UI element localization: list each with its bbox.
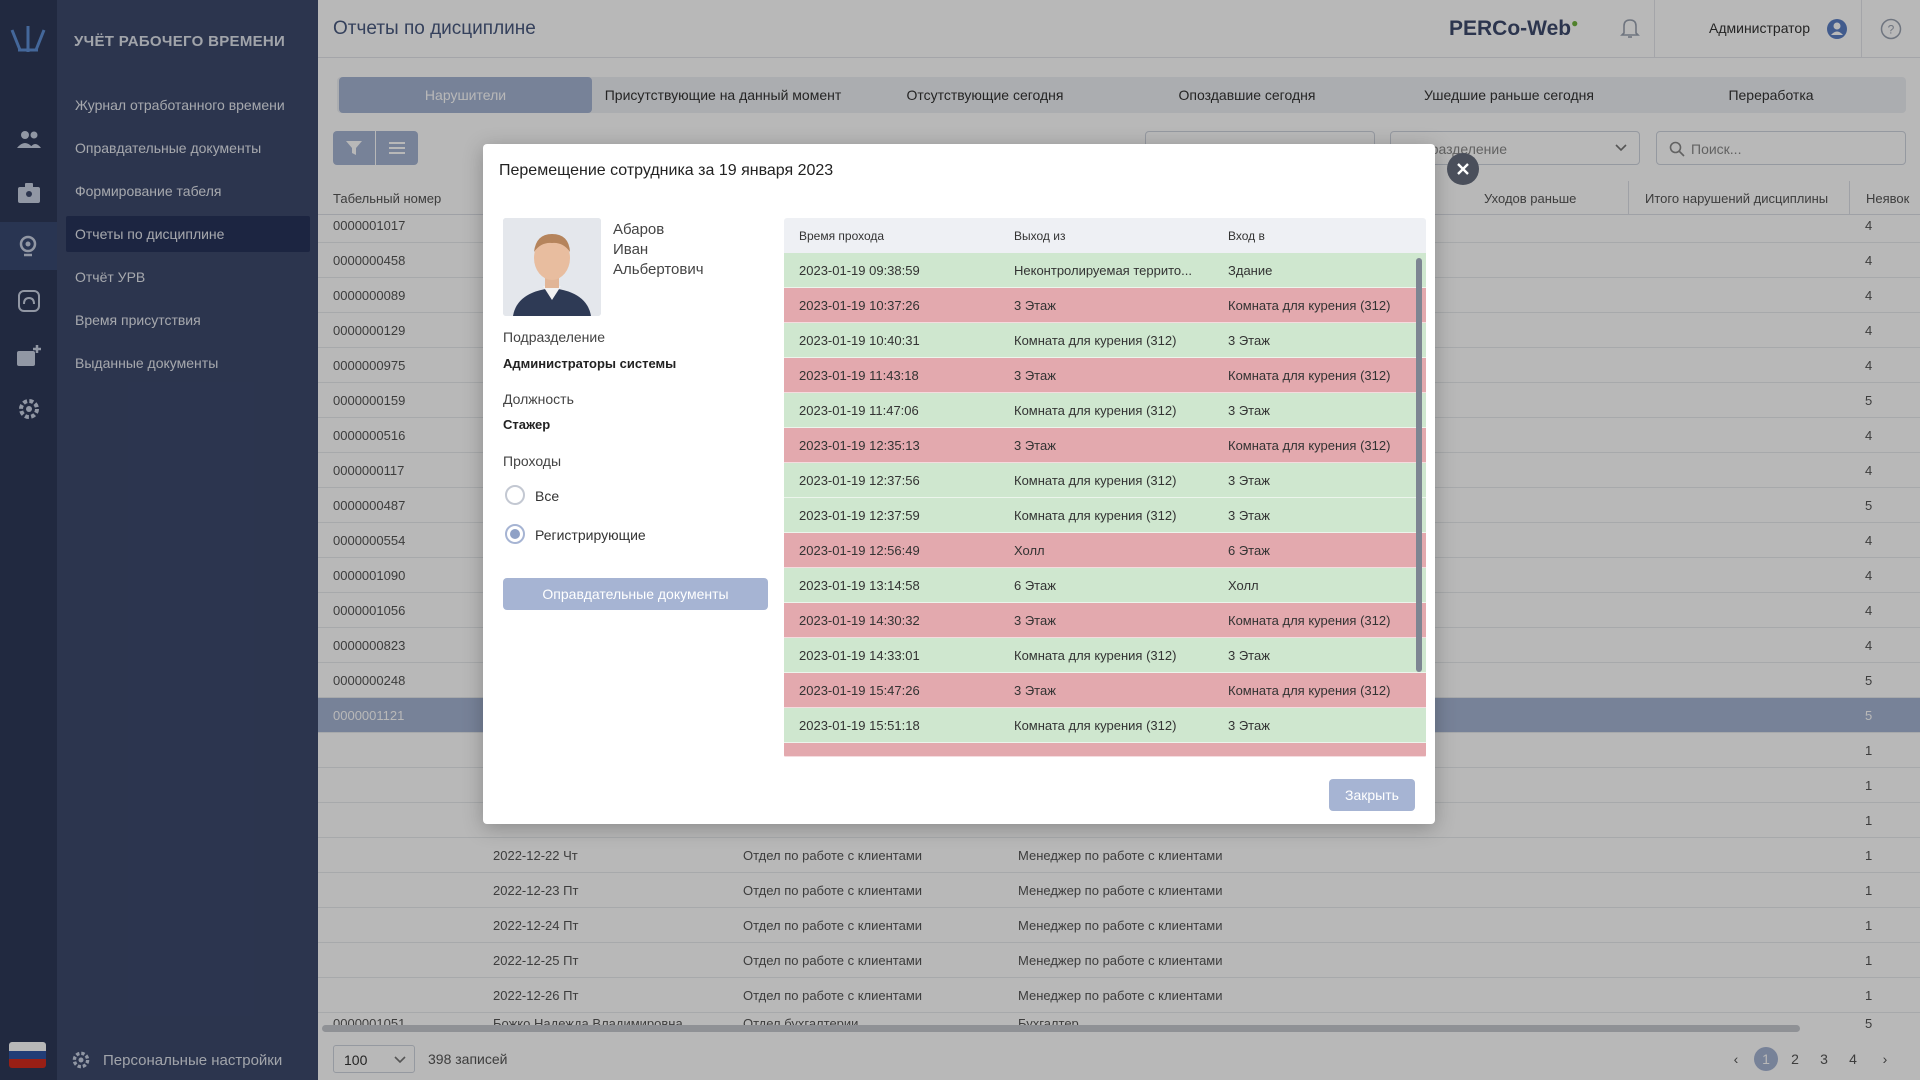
- cell-exit-from: 3 Этаж: [1014, 683, 1056, 698]
- cell-pass-time: 2023-01-19 10:37:26: [799, 298, 920, 313]
- cell-enter-to: Комната для курения (312): [1228, 683, 1391, 698]
- radio-all[interactable]: [505, 485, 525, 505]
- pass-row[interactable]: 2023-01-19 12:37:59 Комната для курения (…: [784, 498, 1426, 533]
- cell-enter-to: 3 Этаж: [1228, 473, 1270, 488]
- close-button[interactable]: Закрыть: [1329, 779, 1415, 811]
- passes-scrollbar[interactable]: [1416, 258, 1422, 672]
- cell-pass-time: 2023-01-19 15:51:18: [799, 718, 920, 733]
- cell-pass-time: 2023-01-19 12:37:59: [799, 508, 920, 523]
- cell-enter-to: Комната для курения (312): [1228, 368, 1391, 383]
- position-value: Стажер: [503, 417, 551, 432]
- pass-row[interactable]: 2023-01-19 15:51:18 Комната для курения (…: [784, 708, 1426, 743]
- col-enter-to: Вход в: [1228, 229, 1265, 243]
- cell-exit-from: 6 Этаж: [1014, 578, 1056, 593]
- cell-enter-to: Здание: [1228, 263, 1273, 278]
- employee-name: Абаров Иван Альбертович: [613, 220, 704, 280]
- cell-exit-from: Комната для курения (312): [1014, 333, 1177, 348]
- radio-registering-label[interactable]: Регистрирующие: [535, 527, 646, 543]
- radio-registering[interactable]: [505, 524, 525, 544]
- pass-row-violation[interactable]: 2023-01-19 15:47:26 3 Этаж Комната для кур…: [784, 673, 1426, 708]
- pass-row-violation[interactable]: 2023-01-19 11:43:18 3 Этаж Комната для кур…: [784, 358, 1426, 393]
- cell-enter-to: 6 Этаж: [1228, 543, 1270, 558]
- cell-enter-to: 3 Этаж: [1228, 403, 1270, 418]
- pass-row[interactable]: 2023-01-19 14:33:01 Комната для курения (…: [784, 638, 1426, 673]
- division-value: Администраторы системы: [503, 356, 677, 371]
- employee-last-name: Абаров: [613, 221, 665, 238]
- cell-exit-from: Комната для курения (312): [1014, 648, 1177, 663]
- pass-row-violation[interactable]: 2023-01-19 14:30:32 3 Этаж Комната для кур…: [784, 603, 1426, 638]
- cell-pass-time: 2023-01-19 12:37:56: [799, 473, 920, 488]
- cell-pass-time: 2023-01-19 14:30:32: [799, 613, 920, 628]
- cell-pass-time: 2023-01-19 13:14:58: [799, 578, 920, 593]
- pass-row[interactable]: 2023-01-19 10:40:31 Комната для курения (…: [784, 323, 1426, 358]
- employee-photo: [503, 218, 601, 316]
- pass-row[interactable]: 2023-01-19 09:38:59 Неконтролируемая терр…: [784, 253, 1426, 288]
- cell-pass-time: 2023-01-19 09:38:59: [799, 263, 920, 278]
- cell-enter-to: Комната для курения (312): [1228, 438, 1391, 453]
- cell-exit-from: 3 Этаж: [1014, 613, 1056, 628]
- cell-enter-to: 3 Этаж: [1228, 648, 1270, 663]
- close-icon[interactable]: [1447, 153, 1479, 185]
- cell-enter-to: 3 Этаж: [1228, 333, 1270, 348]
- pass-row[interactable]: 2023-01-19 11:47:06 Комната для курения (…: [784, 393, 1426, 428]
- position-label: Должность: [503, 391, 574, 407]
- passes-table-header: Время прохода Выход из Вход в: [784, 218, 1426, 253]
- passes-table-body: 2023-01-19 09:38:59 Неконтролируемая терр…: [784, 253, 1426, 757]
- employee-middle-name: Альбертович: [613, 261, 704, 278]
- cell-exit-from: 3 Этаж: [1014, 438, 1056, 453]
- pass-row-violation[interactable]: 2023-01-19 12:56:49 Холл 6 Этаж: [784, 533, 1426, 568]
- cell-pass-time: 2023-01-19 11:43:18: [799, 368, 919, 383]
- cell-enter-to: 3 Этаж: [1228, 718, 1270, 733]
- cell-enter-to: Холл: [1228, 578, 1259, 593]
- modal-title: Перемещение сотрудника за 19 января 2023: [499, 162, 834, 179]
- pass-row[interactable]: 2023-01-19 13:14:58 6 Этаж Холл: [784, 568, 1426, 603]
- passes-table: Время прохода Выход из Вход в 2023-01-19…: [784, 218, 1426, 758]
- cell-pass-time: 2023-01-19 14:33:01: [799, 648, 920, 663]
- cell-pass-time: 2023-01-19 11:47:06: [799, 403, 919, 418]
- cell-exit-from: 3 Этаж: [1014, 368, 1056, 383]
- employee-movement-modal: Перемещение сотрудника за 19 января 2023…: [483, 144, 1435, 824]
- cell-exit-from: Комната для курения (312): [1014, 508, 1177, 523]
- cell-exit-from: Комната для курения (312): [1014, 403, 1177, 418]
- cell-exit-from: Неконтролируемая террито...: [1014, 263, 1192, 278]
- passes-label: Проходы: [503, 453, 562, 469]
- pass-row[interactable]: 2023-01-19 12:37:56 Комната для курения (…: [784, 463, 1426, 498]
- cell-pass-time: 2023-01-19 10:40:31: [799, 333, 920, 348]
- excuse-documents-button[interactable]: Оправдательные документы: [503, 578, 768, 610]
- pass-row-violation[interactable]: 2023-01-19 10:37:26 3 Этаж Комната для кур…: [784, 288, 1426, 323]
- cell-pass-time: 2023-01-19 12:35:13: [799, 438, 920, 453]
- pass-row-violation[interactable]: [784, 743, 1426, 757]
- cell-pass-time: 2023-01-19 15:47:26: [799, 683, 920, 698]
- cell-enter-to: 3 Этаж: [1228, 508, 1270, 523]
- division-label: Подразделение: [503, 329, 606, 345]
- cell-enter-to: Комната для курения (312): [1228, 613, 1391, 628]
- employee-first-name: Иван: [613, 241, 649, 258]
- cell-exit-from: Холл: [1014, 543, 1045, 558]
- cell-exit-from: Комната для курения (312): [1014, 473, 1177, 488]
- cell-enter-to: Комната для курения (312): [1228, 298, 1391, 313]
- col-pass-time: Время прохода: [799, 229, 885, 243]
- cell-exit-from: 3 Этаж: [1014, 298, 1056, 313]
- cell-pass-time: 2023-01-19 12:56:49: [799, 543, 920, 558]
- radio-all-label[interactable]: Все: [535, 488, 559, 504]
- pass-row-violation[interactable]: 2023-01-19 12:35:13 3 Этаж Комната для кур…: [784, 428, 1426, 463]
- col-exit-from: Выход из: [1014, 229, 1066, 243]
- cell-exit-from: Комната для курения (312): [1014, 718, 1177, 733]
